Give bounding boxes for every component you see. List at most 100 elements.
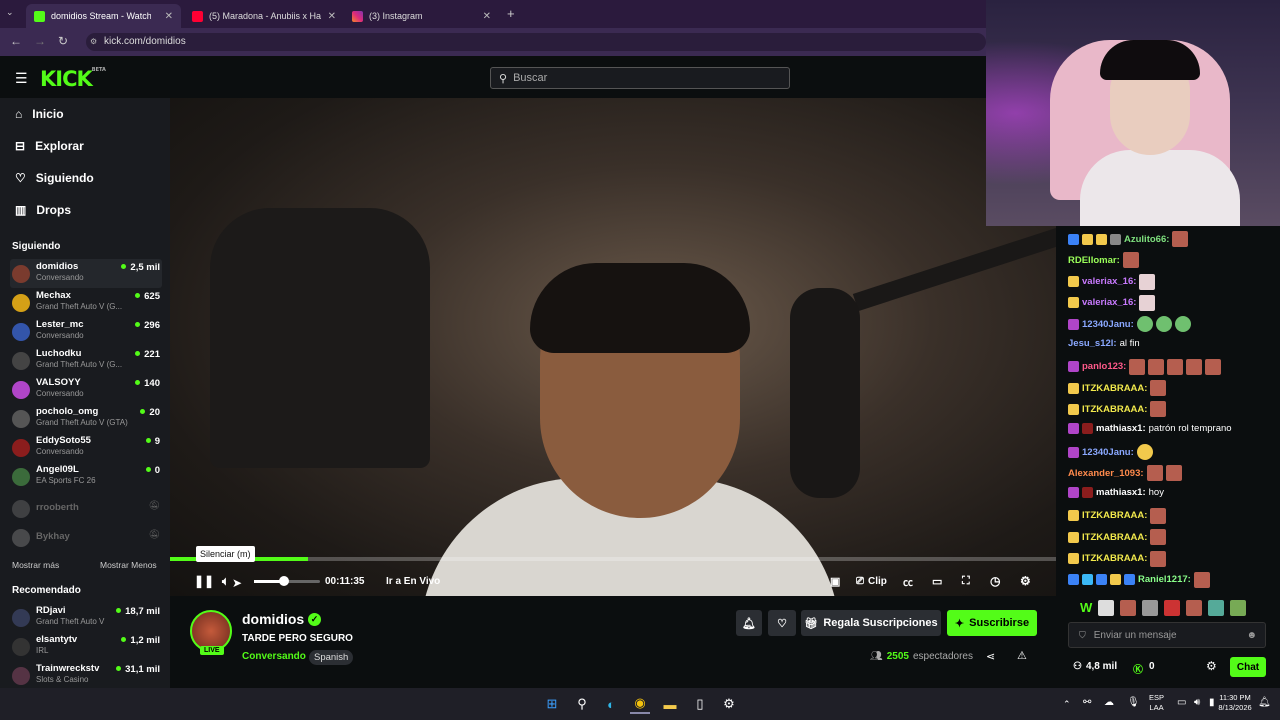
video-player[interactable] (170, 98, 1056, 596)
new-tab-plus-icon[interactable]: + (507, 6, 515, 21)
miniplayer-icon[interactable]: ▣ (830, 568, 840, 594)
kick-logo[interactable]: KICKBETA (40, 67, 106, 91)
close-icon[interactable]: ✕ (483, 11, 491, 22)
windows-start-icon[interactable]: ⊞ (542, 694, 562, 714)
emote-w-icon[interactable]: W (1080, 600, 1092, 616)
sidebar-recommended-rdjavi[interactable]: RDjavi Grand Theft Auto V 18,7 mil (10, 603, 162, 632)
sidebar-channel-angel09l[interactable]: Angel09L EA Sports FC 26 0 (10, 462, 162, 491)
back-arrow-icon[interactable]: ← (10, 34, 22, 48)
notification-bell-icon[interactable]: 🔔︎ (1258, 697, 1271, 708)
notes-app-icon[interactable]: ▯ (690, 694, 710, 714)
seek-bar[interactable] (170, 557, 1056, 561)
taskbar-search-icon[interactable]: ⚲ (572, 694, 592, 714)
tray-cloud-icon[interactable]: ☁ (1104, 697, 1114, 708)
sidebar-channel-rrooberth[interactable]: rrooberth 🔕︎ (10, 494, 162, 523)
emote-icon[interactable] (1186, 600, 1203, 616)
sidebar-channel-eddysoto55[interactable]: EddySoto55 Conversando 9 (10, 433, 162, 462)
sidebar-channel-pocholo_omg[interactable]: pocholo_omg Grand Theft Auto V (GTA) 20 (10, 404, 162, 433)
settings-app-icon[interactable]: ⚙ (719, 694, 739, 714)
tray-wifi-icon[interactable]: ▭ (1177, 697, 1186, 708)
chat-username[interactable]: Azulito66: (1124, 234, 1169, 245)
forward-arrow-icon[interactable]: → (34, 34, 46, 48)
subscribe-button[interactable]: ✦ Suscribirse (947, 610, 1037, 636)
close-icon[interactable]: ✕ (165, 11, 173, 22)
sidebar-channel-mechax[interactable]: Mechax Grand Theft Auto V (G... 625 (10, 288, 162, 317)
sidebar-channel-valsoyy[interactable]: VALSOYY Conversando 140 (10, 375, 162, 404)
chat-username[interactable]: valeriax_16: (1082, 297, 1136, 308)
emote-icon[interactable] (1098, 600, 1115, 616)
sidebar-channel-lester_mc[interactable]: Lester_mc Conversando 296 (10, 317, 162, 346)
chat-username[interactable]: ITZKABRAAA: (1082, 553, 1147, 564)
chat-settings-icon[interactable]: ⚙ (1206, 659, 1217, 673)
theater-mode-icon[interactable]: ▭ (932, 568, 942, 594)
notifications-off-icon[interactable]: 🔕︎ (149, 500, 160, 511)
chat-username[interactable]: ITZKABRAAA: (1082, 510, 1147, 521)
pause-icon[interactable]: ❚❚ (194, 568, 214, 594)
sidebar-recommended-trainwreckstv[interactable]: Trainwreckstv Slots & Casino 31,1 mil (10, 661, 162, 690)
notifications-off-icon[interactable]: 🔕︎ (149, 529, 160, 540)
chat-username[interactable]: panlo123: (1082, 361, 1126, 372)
chrome-browser-icon[interactable]: ◉ (630, 694, 650, 714)
volume-icon[interactable]: 🔈︎ (222, 568, 229, 594)
chat-username[interactable]: RDElIomar: (1068, 255, 1120, 266)
menu-hamburger-icon[interactable]: ☰ (15, 70, 28, 87)
chat-username[interactable]: 12340Janu: (1082, 447, 1134, 458)
gift-subs-button[interactable]: 🎁︎ Regala Suscripciones (801, 610, 941, 636)
tray-chevron-icon[interactable]: ⌃ (1063, 699, 1071, 710)
tray-language[interactable]: ESP LAA (1149, 693, 1164, 713)
url-field[interactable]: kick.com/domidios (86, 33, 986, 51)
chat-username[interactable]: valeriax_16: (1082, 276, 1136, 287)
language-tag[interactable]: Spanish (309, 650, 354, 665)
settings-gear-icon[interactable]: ⚙ (1020, 568, 1031, 594)
chat-send-button[interactable]: Chat (1230, 657, 1266, 677)
tab-youtube[interactable]: (5) Maradona - Anubiis x Hades ✕ (184, 4, 344, 28)
chat-username[interactable]: Raniel1217: (1138, 574, 1191, 585)
sidebar-channel-luchodku[interactable]: Luchodku Grand Theft Auto V (G... 221 (10, 346, 162, 375)
sidebar-item-explorar[interactable]: ⊟ Explorar (15, 139, 84, 153)
tray-mic-icon[interactable]: 🎙︎ (1127, 697, 1140, 708)
volume-slider-handle[interactable] (279, 576, 289, 586)
emote-icon[interactable] (1230, 600, 1247, 616)
playback-speed-icon[interactable]: ◷ (990, 568, 1000, 594)
emote-icon[interactable] (1164, 600, 1181, 616)
site-info-icon[interactable]: ⚙ (90, 37, 97, 46)
captions-icon[interactable]: ㏄ (903, 568, 913, 594)
sidebar-recommended-elsantytv[interactable]: elsantytv IRL 1,2 mil (10, 632, 162, 661)
show-less-link[interactable]: Mostrar Menos (100, 560, 157, 570)
chat-username[interactable]: Alexander_1093: (1068, 468, 1144, 479)
sidebar-channel-domidios[interactable]: domidios Conversando 2,5 mil (10, 259, 162, 288)
chat-input[interactable]: ⛉ Enviar un mensaje ☻ (1068, 622, 1266, 648)
tab-list-chevron-icon[interactable]: ⌄ (6, 7, 14, 18)
chat-username[interactable]: ITZKABRAAA: (1082, 383, 1147, 394)
emoji-icon[interactable]: ☻ (1246, 630, 1257, 641)
sidebar-item-drops[interactable]: ▥ Drops (15, 203, 71, 217)
go-live-button[interactable]: Ir a En Vivo (386, 568, 440, 594)
chat-username[interactable]: Jesu_s12l: (1068, 338, 1117, 349)
file-explorer-icon[interactable]: ▬ (660, 694, 680, 714)
emote-icon[interactable] (1120, 600, 1137, 616)
sidebar-item-inicio[interactable]: ⌂ Inicio (15, 107, 64, 121)
chat-username[interactable]: mathiasx1: (1096, 423, 1146, 434)
report-warning-icon[interactable]: ⚠ (1017, 649, 1027, 662)
chat-username[interactable]: ITZKABRAAA: (1082, 404, 1147, 415)
tab-instagram[interactable]: (3) Instagram ✕ (344, 4, 499, 28)
tab-kick[interactable]: domidios Stream - Watch Li ✕ (26, 4, 181, 28)
edge-browser-icon[interactable]: ◐ (601, 694, 621, 714)
stream-category[interactable]: Conversando (242, 651, 306, 662)
follow-heart-button[interactable]: ♡ (768, 610, 796, 636)
clip-button[interactable]: ⎚ Clip (856, 568, 887, 594)
tray-clock[interactable]: 11:30 PM 8/13/2026 (1214, 693, 1256, 713)
search-input[interactable]: ⚲ Buscar (490, 67, 790, 89)
chat-username[interactable]: mathiasx1: (1096, 487, 1146, 498)
notifications-bell-button[interactable]: 🔔︎ (736, 610, 762, 636)
tray-volume-icon[interactable]: 🔊︎ (1194, 697, 1200, 708)
share-icon[interactable]: ⋖ (986, 650, 995, 663)
tray-network-icon[interactable]: ⚯ (1083, 697, 1091, 708)
fullscreen-icon[interactable]: ⛶ (962, 568, 970, 594)
sidebar-item-siguiendo[interactable]: ♡ Siguiendo (15, 171, 94, 185)
emote-icon[interactable] (1208, 600, 1225, 616)
show-more-link[interactable]: Mostrar más (12, 560, 59, 570)
emote-icon[interactable] (1142, 600, 1159, 616)
chat-username[interactable]: 12340Janu: (1082, 319, 1134, 330)
sidebar-channel-bykhay[interactable]: Bykhay 🔕︎ (10, 523, 162, 552)
